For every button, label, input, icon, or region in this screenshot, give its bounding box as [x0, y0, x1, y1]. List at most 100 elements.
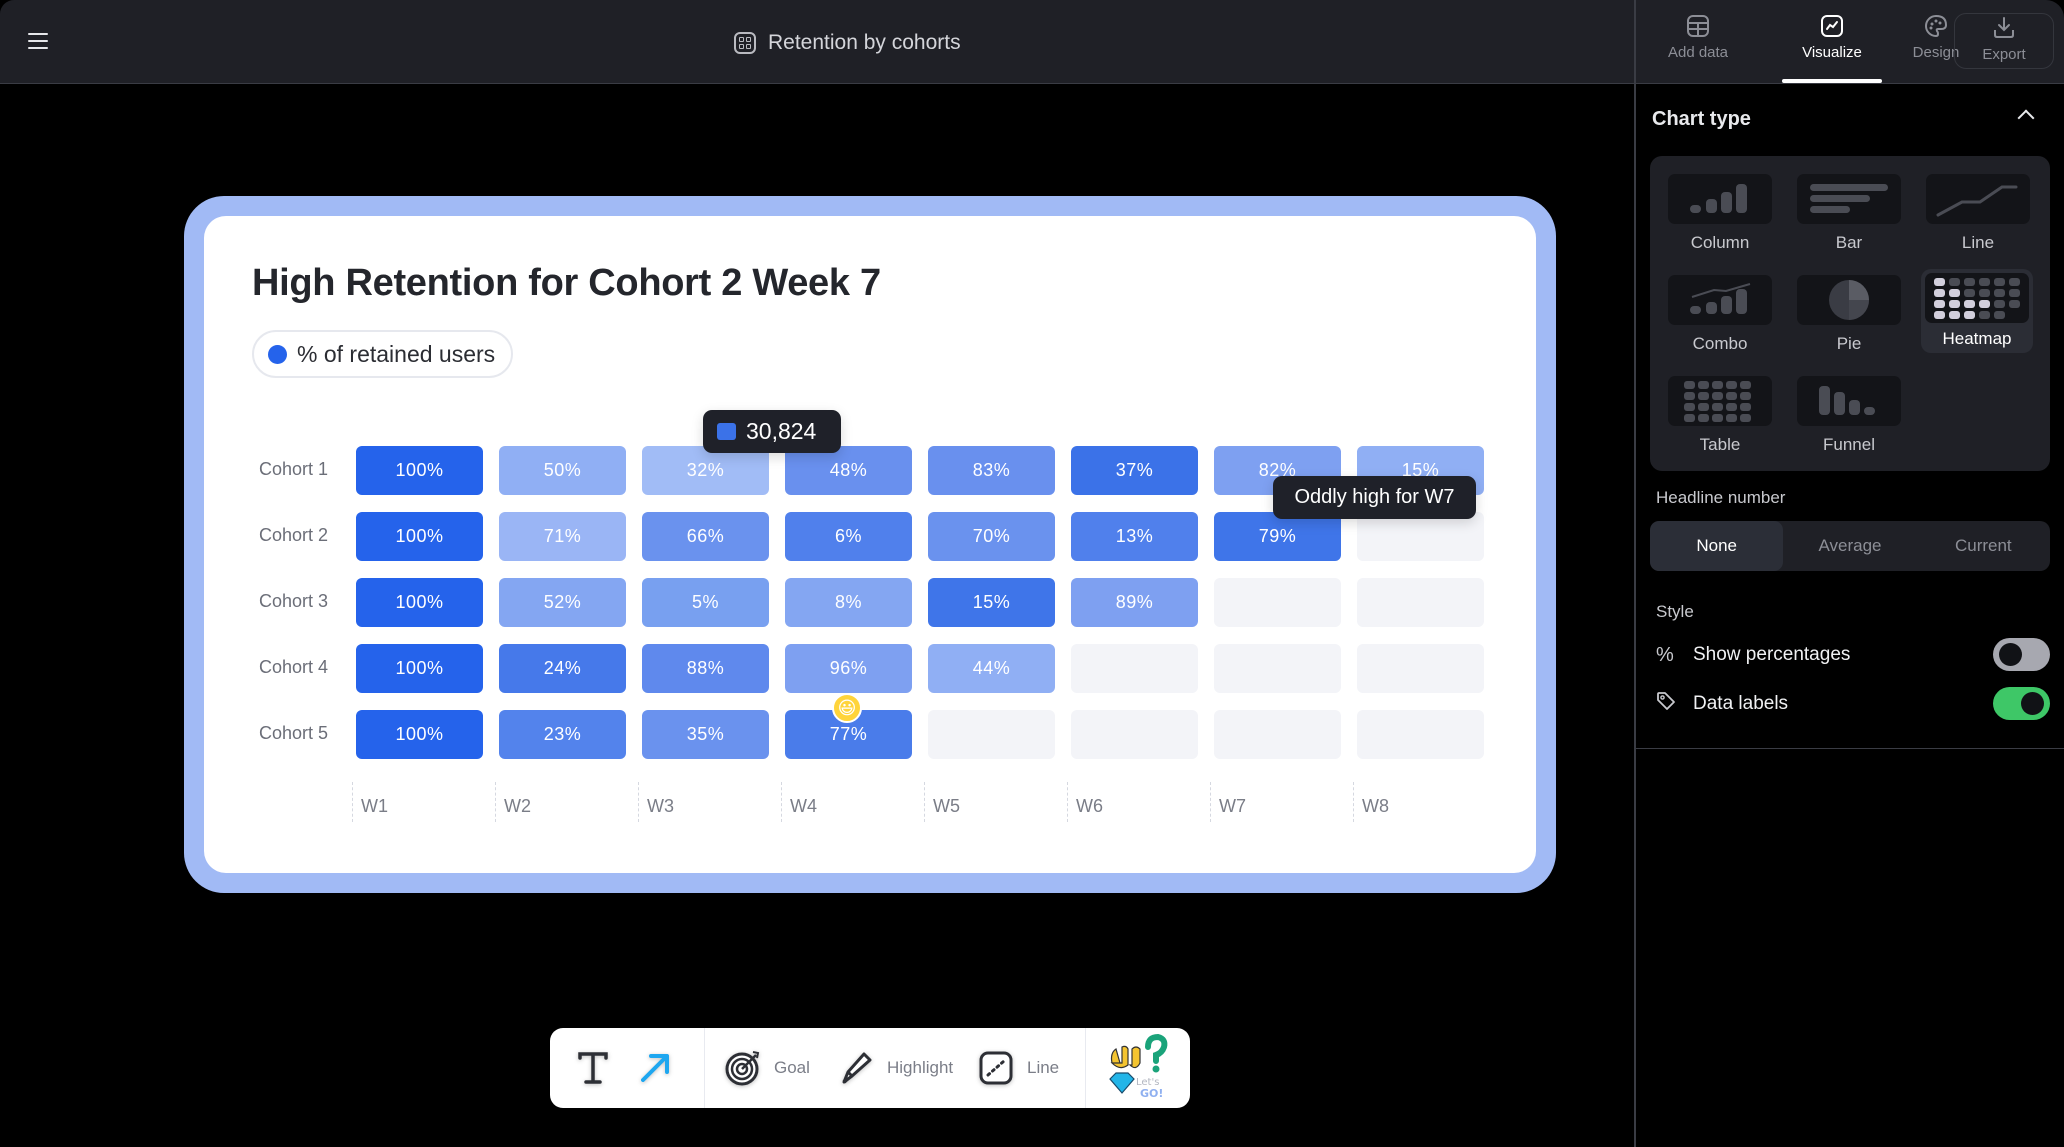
heatmap-cell[interactable]: 79% — [1214, 512, 1341, 561]
tab-export[interactable]: Export — [1954, 13, 2054, 69]
heatmap-cell[interactable]: 52% — [499, 578, 626, 627]
chart-type-combo[interactable]: Combo — [1668, 275, 1772, 367]
chart-type-funnel[interactable]: Funnel — [1797, 376, 1901, 468]
chart-type-pie[interactable]: Pie — [1797, 275, 1901, 367]
table-thumb-cell — [1684, 392, 1695, 400]
heatmap-thumb-cell — [1934, 311, 1945, 319]
document-title[interactable]: Retention by cohorts — [734, 28, 961, 58]
hamburger-menu-icon[interactable] — [28, 33, 48, 49]
highlight-label: Highlight — [887, 1058, 954, 1077]
heatmap-thumb-cell — [1994, 300, 2005, 308]
table-thumb-cell — [1684, 381, 1695, 389]
show-percentages-toggle[interactable] — [1993, 638, 2050, 671]
sticker-pack-icon: Let's GO! — [1109, 1033, 1168, 1100]
heatmap-cell[interactable]: 83% — [928, 446, 1055, 495]
heatmap-cell[interactable] — [1357, 512, 1484, 561]
x-axis-label: W4 — [790, 796, 817, 816]
pie-chart-icon — [1797, 275, 1901, 325]
line-tool-button[interactable]: Line — [975, 1028, 1059, 1108]
heatmap-cell[interactable]: 24% — [499, 644, 626, 693]
highlight-tool-button[interactable]: Highlight — [835, 1028, 953, 1108]
active-tab-indicator — [1782, 79, 1882, 83]
headline-option-average[interactable]: Average — [1783, 521, 1916, 571]
dotted-line-icon — [975, 1047, 1017, 1089]
heatmap-cell[interactable]: 50% — [499, 446, 626, 495]
right-panel: Add data Visualize Design Export Chart t… — [1634, 0, 2064, 1147]
heatmap-cell[interactable]: 100% — [356, 710, 483, 759]
heatmap-cell[interactable]: 70% — [928, 512, 1055, 561]
headline-option-current[interactable]: Current — [1917, 521, 2050, 571]
heatmap-cell[interactable] — [928, 710, 1055, 759]
heatmap-cell[interactable]: 44% — [928, 644, 1055, 693]
tab-visualize[interactable]: Visualize — [1782, 14, 1882, 74]
table-thumb-cell — [1698, 403, 1709, 411]
cell-value-label: 23% — [543, 724, 582, 744]
heatmap-cell[interactable]: 89% — [1071, 578, 1198, 627]
heatmap-cell[interactable]: 6% — [785, 512, 912, 561]
column-chart-icon — [1668, 174, 1772, 224]
headline-option-none[interactable]: None — [1650, 521, 1784, 571]
heatmap-cell[interactable]: 88% — [642, 644, 769, 693]
data-labels-toggle[interactable] — [1993, 687, 2050, 720]
heatmap-cell[interactable]: 15% — [928, 578, 1055, 627]
heatmap-cell[interactable]: 66% — [642, 512, 769, 561]
row-label: Cohort 3 — [258, 591, 328, 611]
table-thumb-cell — [1684, 403, 1695, 411]
sticker-pack-button[interactable]: Let's GO! — [1102, 1028, 1176, 1108]
tab-add-data[interactable]: Add data — [1648, 14, 1748, 74]
heatmap-thumb-cell — [1979, 278, 1990, 286]
chart-type-table[interactable]: Table — [1668, 376, 1772, 468]
heatmap-thumb-cell — [1934, 300, 1945, 308]
heatmap-cell[interactable] — [1071, 644, 1198, 693]
heatmap-cell[interactable]: 5% — [642, 578, 769, 627]
heatmap-thumb-cell — [1934, 278, 1945, 286]
chart-title[interactable]: High Retention for Cohort 2 Week 7 — [252, 262, 881, 305]
heatmap-cell[interactable] — [1071, 710, 1198, 759]
heatmap-cell[interactable]: 23% — [499, 710, 626, 759]
heatmap-cell[interactable] — [1214, 710, 1341, 759]
smiley-sticker-icon[interactable]: 😃 — [832, 693, 862, 723]
cell-value-label: 48% — [829, 460, 868, 480]
heatmap-cell[interactable]: 96% — [785, 644, 912, 693]
heatmap-cell[interactable] — [1214, 644, 1341, 693]
heatmap-cell[interactable] — [1214, 578, 1341, 627]
data-labels-row: Data labels — [1656, 687, 2050, 721]
heatmap-cell[interactable]: 100% — [356, 446, 483, 495]
heatmap-cell[interactable] — [1357, 644, 1484, 693]
row-label: Cohort 1 — [258, 459, 328, 479]
arrow-tool-button[interactable] — [634, 1028, 676, 1108]
heatmap-cell[interactable]: 32% — [642, 446, 769, 495]
grid-icon — [734, 32, 756, 54]
heatmap-thumb-cell — [1994, 278, 2005, 286]
heatmap-cell[interactable]: 37% — [1071, 446, 1198, 495]
goal-tool-button[interactable]: Goal — [722, 1028, 810, 1108]
heatmap-cell[interactable]: 100% — [356, 644, 483, 693]
heatmap-cell[interactable]: 35% — [642, 710, 769, 759]
heatmap-cell[interactable] — [1357, 578, 1484, 627]
funnel-chart-icon — [1797, 376, 1901, 426]
x-axis-tick — [1353, 782, 1354, 822]
heatmap-cell[interactable]: 71% — [499, 512, 626, 561]
row-label: Cohort 4 — [258, 657, 328, 677]
cell-value-label: 13% — [1115, 526, 1154, 546]
heatmap-cell[interactable]: 8% — [785, 578, 912, 627]
heatmap-cell[interactable]: 100% — [356, 578, 483, 627]
heatmap-cell[interactable] — [1357, 710, 1484, 759]
text-icon — [572, 1047, 614, 1089]
chart-type-column[interactable]: Column — [1668, 174, 1772, 266]
heatmap-thumb-cell — [1934, 289, 1945, 297]
heatmap-cell[interactable]: 100% — [356, 512, 483, 561]
annotation-note[interactable]: Oddly high for W7 — [1273, 476, 1476, 519]
heatmap-cell[interactable]: 48% — [785, 446, 912, 495]
legend-item[interactable]: % of retained users — [252, 330, 514, 378]
chevron-up-icon[interactable] — [2017, 109, 2035, 127]
chart-type-bar[interactable]: Bar — [1797, 174, 1901, 266]
text-tool-button[interactable] — [572, 1028, 614, 1108]
heatmap-cell[interactable]: 13% — [1071, 512, 1198, 561]
headline-number-heading: Headline number — [1656, 488, 1786, 507]
show-percentages-label: Show percentages — [1693, 644, 1851, 665]
chart-type-line[interactable]: Line — [1926, 174, 2030, 266]
sticker-glyph: 😃 — [837, 697, 857, 718]
chart-type-heatmap[interactable]: Heatmap — [1921, 269, 2033, 353]
cell-value-label: 52% — [543, 592, 582, 612]
